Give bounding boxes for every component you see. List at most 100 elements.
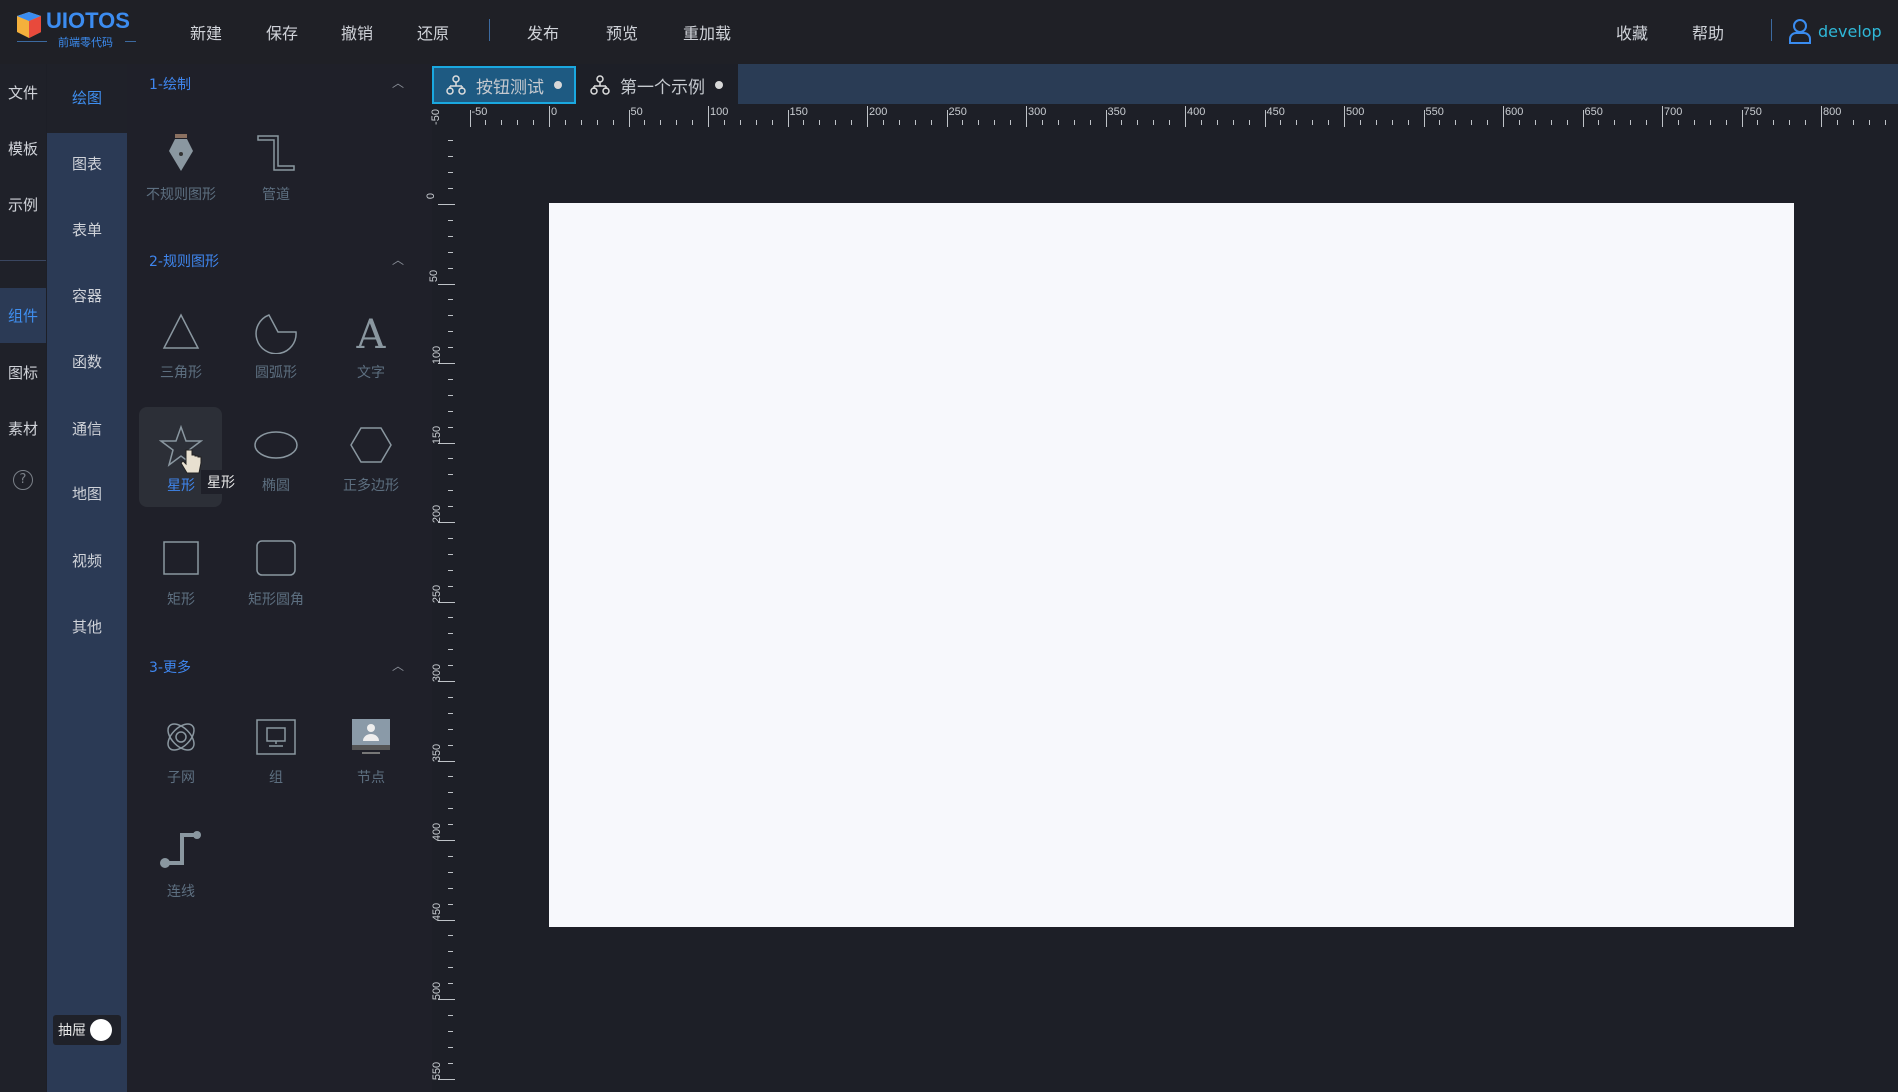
ruler-tick xyxy=(1821,106,1822,127)
ruler-tick xyxy=(448,537,453,539)
ruler-tick xyxy=(1550,120,1552,125)
shape-subnet[interactable]: 子网 xyxy=(139,705,223,805)
ruler-tick xyxy=(1312,120,1314,125)
category-container[interactable]: 容器 xyxy=(47,285,127,306)
shape-arc[interactable]: 圆弧形 xyxy=(234,300,318,400)
topology-icon xyxy=(590,75,610,95)
shape-label: 节点 xyxy=(357,770,385,786)
design-canvas-page[interactable] xyxy=(549,203,1794,927)
shape-ellipse[interactable]: 椭圆 xyxy=(234,413,318,513)
ruler-tick xyxy=(1455,120,1457,125)
shape-rounded-rectangle[interactable]: 矩形圆角 xyxy=(234,527,318,627)
ruler-tick xyxy=(771,120,773,125)
shape-label: 矩形 xyxy=(167,592,195,608)
collapse-chevron-icon[interactable]: ︿ xyxy=(392,251,404,268)
ruler-label: 400 xyxy=(431,822,444,842)
ruler-tick xyxy=(1105,110,1107,127)
ruler-tick xyxy=(1026,106,1027,127)
drawer-toggle[interactable]: 抽屉 xyxy=(53,1015,121,1045)
ruler-label: 550 xyxy=(431,1061,444,1080)
ruler-tick xyxy=(533,120,535,125)
shape-pipe[interactable]: 管道 xyxy=(234,122,318,222)
ruler-tick xyxy=(1121,120,1123,125)
ruler-tick xyxy=(978,120,980,125)
ruler-tick xyxy=(448,808,453,810)
ruler-tick xyxy=(448,585,453,587)
ruler-tick xyxy=(739,120,741,125)
shape-connector[interactable]: 连线 xyxy=(139,819,223,919)
tab-first-example[interactable]: 第一个示例 xyxy=(578,66,738,104)
menu-favorites[interactable]: 收藏 xyxy=(1616,20,1648,44)
ruler-tick xyxy=(644,120,646,125)
menu-save[interactable]: 保存 xyxy=(266,20,298,44)
ruler-tick xyxy=(1868,120,1870,125)
ruler-tick xyxy=(438,204,455,205)
shape-node[interactable]: 节点 xyxy=(329,705,413,805)
divider xyxy=(125,41,136,42)
ruler-tick xyxy=(1582,110,1584,127)
sidebar-item-icon[interactable]: 图标 xyxy=(0,362,46,383)
ruler-tick xyxy=(448,394,453,396)
category-other[interactable]: 其他 xyxy=(47,616,127,637)
ruler-label: 500 xyxy=(1346,106,1365,118)
username: develop xyxy=(1818,21,1882,41)
sidebar-item-template[interactable]: 模板 xyxy=(0,138,46,159)
ruler-label: 150 xyxy=(431,425,444,444)
ruler-tick xyxy=(1280,120,1282,125)
ruler-tick xyxy=(448,156,453,158)
category-drawing[interactable]: 绘图 xyxy=(47,87,127,108)
category-function[interactable]: 函数 xyxy=(47,351,127,372)
ruler-tick xyxy=(1677,120,1679,125)
ruler-tick xyxy=(1598,120,1600,125)
menu-publish[interactable]: 发布 xyxy=(527,20,559,44)
shape-group[interactable]: 组 xyxy=(234,705,318,805)
hand-cursor-icon xyxy=(180,449,202,474)
menu-new[interactable]: 新建 xyxy=(190,20,222,44)
ruler-tick xyxy=(448,251,453,253)
ruler-tick xyxy=(1057,120,1059,125)
category-form[interactable]: 表单 xyxy=(47,219,127,240)
shape-polygon[interactable]: 正多边形 xyxy=(329,413,413,513)
shape-text[interactable]: A 文字 xyxy=(329,300,413,400)
menu-redo[interactable]: 还原 xyxy=(417,20,449,44)
ruler-tick xyxy=(448,903,453,905)
category-communication[interactable]: 通信 xyxy=(47,418,127,439)
ruler-tick xyxy=(1153,120,1155,125)
divider xyxy=(17,41,47,42)
hexagon-icon xyxy=(350,427,392,463)
shape-triangle[interactable]: 三角形 xyxy=(139,300,223,400)
category-video[interactable]: 视频 xyxy=(47,550,127,571)
ruler-tick xyxy=(448,347,453,349)
ruler-tick xyxy=(448,219,453,221)
menu-help[interactable]: 帮助 xyxy=(1692,20,1724,44)
ruler-tick xyxy=(819,120,821,125)
ruler-tick xyxy=(1487,120,1489,125)
sidebar-item-component[interactable]: 组件 xyxy=(0,305,46,326)
shape-irregular[interactable]: 不规则图形 xyxy=(139,122,223,222)
menu-undo[interactable]: 撤销 xyxy=(341,20,373,44)
tab-button-test[interactable]: 按钮测试 xyxy=(432,66,576,104)
ruler-tick xyxy=(660,120,662,125)
help-icon[interactable]: ? xyxy=(13,470,33,490)
collapse-chevron-icon[interactable]: ︿ xyxy=(392,657,404,674)
ruler-label: 200 xyxy=(431,504,444,524)
ruler-tick xyxy=(448,1014,453,1016)
user-menu[interactable]: develop xyxy=(1788,18,1882,44)
ruler-label: 650 xyxy=(1584,106,1603,118)
sidebar-item-material[interactable]: 素材 xyxy=(0,418,46,439)
ruler-tick xyxy=(448,267,453,269)
sidebar-item-example[interactable]: 示例 xyxy=(0,194,46,215)
ruler-tick xyxy=(1662,106,1663,127)
ruler-label: 500 xyxy=(431,981,444,1001)
shape-rectangle[interactable]: 矩形 xyxy=(139,527,223,627)
ruler-label: 250 xyxy=(948,106,967,118)
category-map[interactable]: 地图 xyxy=(47,483,127,504)
menu-reload[interactable]: 重加载 xyxy=(683,20,731,44)
category-chart[interactable]: 图表 xyxy=(47,153,127,174)
collapse-chevron-icon[interactable]: ︿ xyxy=(392,74,404,91)
topology-icon xyxy=(446,75,466,95)
ruler-tick xyxy=(448,951,453,953)
sidebar-item-file[interactable]: 文件 xyxy=(0,82,46,103)
ruler-tick xyxy=(549,106,550,127)
menu-preview[interactable]: 预览 xyxy=(606,20,638,44)
